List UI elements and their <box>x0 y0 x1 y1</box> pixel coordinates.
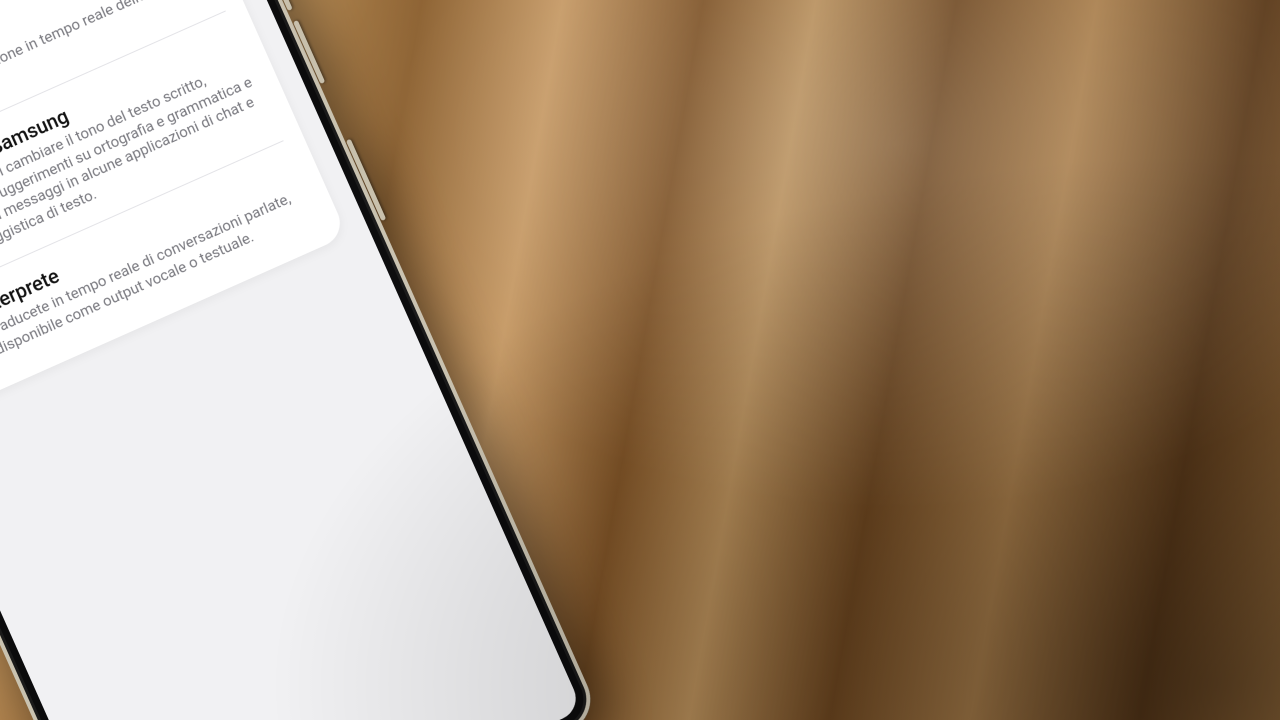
settings-page: Intelligenza avanzata Queste potenti fun… <box>0 0 583 720</box>
wooden-table-background: 13:11 <box>0 0 1280 720</box>
phone-device: 13:11 <box>0 0 601 720</box>
phone-screen: 13:11 <box>0 0 583 720</box>
